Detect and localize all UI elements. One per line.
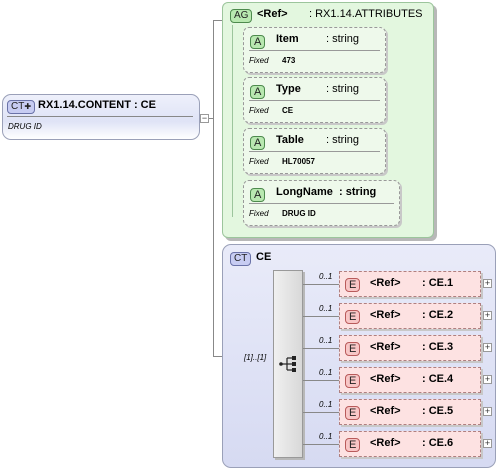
attribute-group-icon: AG (230, 9, 253, 23)
element-cardinality: 0..1 (319, 400, 333, 409)
attribute-icon: A (250, 136, 266, 150)
complex-type-icon: CT (230, 252, 252, 266)
attribute-group-name: : RX1.14.ATTRIBUTES (309, 8, 423, 20)
sequence-icon (279, 356, 296, 372)
collapse-toggle[interactable]: − (200, 114, 209, 123)
connector (213, 20, 214, 356)
expand-toggle[interactable]: + (483, 439, 492, 448)
attribute-type: : string (339, 186, 377, 198)
attribute-separator (249, 50, 380, 51)
connector (213, 20, 222, 21)
element-ce1[interactable]: E <Ref> : CE.1 (339, 271, 481, 297)
element-cardinality: 0..1 (319, 336, 333, 345)
attribute-name: Table (276, 134, 304, 146)
element-ref: <Ref> (370, 341, 401, 353)
connector (303, 348, 339, 349)
element-name: : CE.6 (422, 437, 454, 449)
element-ref: <Ref> (370, 309, 401, 321)
element-name: : CE.2 (422, 309, 454, 321)
element-icon: E (345, 278, 361, 292)
expand-toggle[interactable]: + (483, 343, 492, 352)
element-name: : CE.5 (422, 405, 454, 417)
element-ref: <Ref> (370, 277, 401, 289)
sequence-compositor[interactable] (273, 270, 303, 458)
element-cardinality: 0..1 (319, 272, 333, 281)
root-separator (7, 116, 193, 117)
element-name: : CE.1 (422, 277, 454, 289)
element-ce6[interactable]: E <Ref> : CE.6 (339, 431, 481, 457)
attribute-type-box[interactable]: A Type : string Fixed CE (243, 77, 386, 123)
element-name: : CE.3 (422, 341, 454, 353)
connector (303, 412, 339, 413)
connector (303, 284, 339, 285)
attribute-separator (249, 203, 394, 204)
element-ce4[interactable]: E <Ref> : CE.4 (339, 367, 481, 393)
element-ref: <Ref> (370, 437, 401, 449)
fixed-value: CE (282, 106, 294, 115)
fixed-label: Fixed (249, 157, 269, 166)
attribute-name: LongName (276, 186, 333, 198)
expand-toggle[interactable]: + (483, 311, 492, 320)
attribute-longname[interactable]: A LongName : string Fixed DRUG ID (243, 180, 400, 226)
attribute-table[interactable]: A Table : string Fixed HL70057 (243, 128, 386, 174)
attribute-icon: A (250, 188, 266, 202)
connector (303, 444, 339, 445)
element-icon: E (345, 406, 361, 420)
attribute-name: Type (276, 83, 301, 95)
element-ref: <Ref> (370, 373, 401, 385)
attribute-separator (249, 100, 380, 101)
fixed-value: 473 (282, 56, 296, 65)
attribute-item[interactable]: A Item : string Fixed 473 (243, 27, 386, 73)
element-icon: E (345, 438, 361, 452)
attribute-icon: A (250, 35, 266, 49)
expand-toggle[interactable]: + (483, 375, 492, 384)
element-ce5[interactable]: E <Ref> : CE.5 (339, 399, 481, 425)
attribute-group-ref: <Ref> (257, 8, 288, 20)
element-cardinality: 0..1 (319, 368, 333, 377)
attribute-type: : string (326, 83, 360, 95)
root-complex-type[interactable]: CT✚ RX1.14.CONTENT : CE DRUG ID (2, 94, 200, 140)
element-icon: E (345, 342, 361, 356)
element-icon: E (345, 310, 361, 324)
fixed-label: Fixed (249, 106, 269, 115)
attribute-type: : string (326, 134, 360, 146)
attribute-type: : string (326, 33, 360, 45)
fixed-label: Fixed (249, 209, 269, 218)
attribute-icon: A (250, 85, 266, 99)
attribute-name: Item (276, 33, 299, 45)
root-title: RX1.14.CONTENT : CE (38, 99, 156, 111)
fixed-value: DRUG ID (282, 209, 316, 218)
element-cardinality: 0..1 (319, 304, 333, 313)
attribute-separator (249, 151, 380, 152)
element-name: : CE.4 (422, 373, 454, 385)
element-icon: E (345, 374, 361, 388)
connector (303, 316, 339, 317)
root-description: DRUG ID (8, 122, 42, 131)
expand-toggle[interactable]: + (483, 279, 492, 288)
fixed-label: Fixed (249, 56, 269, 65)
element-ce2[interactable]: E <Ref> : CE.2 (339, 303, 481, 329)
element-ref: <Ref> (370, 405, 401, 417)
connector (232, 25, 233, 217)
complex-type-name: CE (256, 251, 272, 263)
expand-toggle[interactable]: + (483, 407, 492, 416)
complex-type-icon: CT✚ (7, 100, 36, 114)
connector (303, 380, 339, 381)
element-ce3[interactable]: E <Ref> : CE.3 (339, 335, 481, 361)
element-cardinality: 0..1 (319, 432, 333, 441)
fixed-value: HL70057 (282, 157, 315, 166)
sequence-cardinality: [1]..[1] (244, 353, 267, 362)
